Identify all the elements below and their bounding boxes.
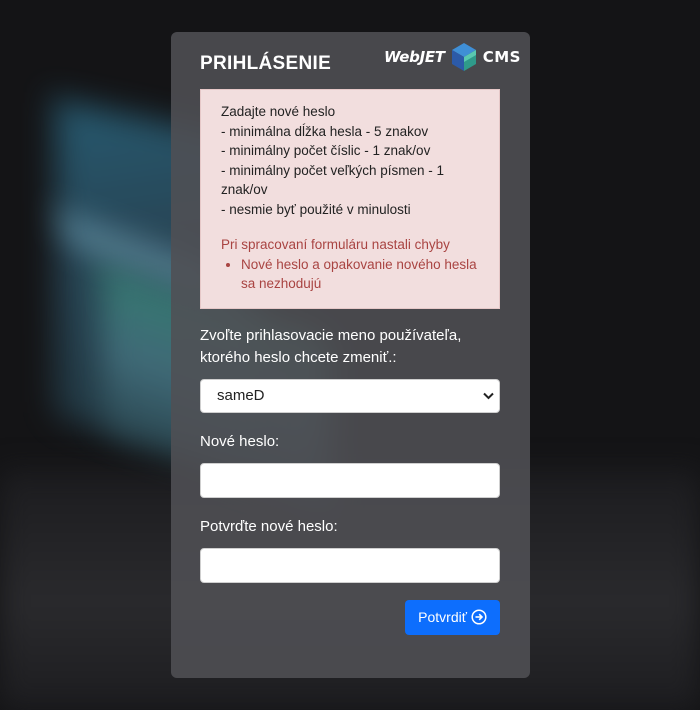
new-password-input[interactable] bbox=[200, 462, 500, 498]
submit-row: Potvrdiť bbox=[200, 599, 500, 635]
logo-product-text: CMS bbox=[482, 48, 521, 66]
username-select[interactable]: sameD bbox=[200, 378, 500, 413]
new-password-label: Nové heslo: bbox=[200, 432, 280, 450]
error-alert: Zadajte nové heslo - minimálna dĺžka hes… bbox=[200, 89, 500, 309]
error-heading: Pri spracovaní formuláru nastali chyby bbox=[221, 237, 450, 252]
confirm-password-label: Potvrďte nové heslo: bbox=[200, 517, 338, 535]
chevron-down-icon bbox=[483, 392, 494, 399]
error-item: Nové heslo a opakovanie nového hesla sa … bbox=[241, 255, 485, 294]
confirm-password-input[interactable] bbox=[200, 547, 500, 583]
requirement-line: - minimálny počet číslic - 1 znak/ov bbox=[221, 143, 431, 158]
logo-brand-text: WebJET bbox=[383, 48, 445, 66]
requirement-line: - minimálna dĺžka hesla - 5 znakov bbox=[221, 123, 429, 139]
webjet-cms-logo: WebJET CMS bbox=[384, 42, 521, 72]
username-select-label: Zvoľte prihlasovacie meno používateľa, k… bbox=[200, 326, 462, 366]
submit-button-label: Potvrdiť bbox=[418, 609, 467, 625]
error-list: Nové heslo a opakovanie nového hesla sa … bbox=[221, 255, 485, 294]
password-requirements: Zadajte nové heslo - minimálna dĺžka hes… bbox=[221, 102, 485, 219]
webjet-cube-logo-icon bbox=[451, 43, 476, 71]
login-card: PRIHLÁSENIE WebJET CMS Zadajte nové hesl… bbox=[171, 32, 530, 678]
username-select-value: sameD bbox=[217, 386, 265, 404]
card-header: PRIHLÁSENIE WebJET CMS bbox=[200, 32, 520, 88]
requirement-line: Zadajte nové heslo bbox=[221, 104, 336, 119]
arrow-right-circle-icon bbox=[471, 609, 487, 625]
page-title: PRIHLÁSENIE bbox=[200, 53, 332, 74]
requirement-line: - minimálny počet veľkých písmen - 1 zna… bbox=[221, 162, 445, 198]
submit-button[interactable]: Potvrdiť bbox=[405, 599, 500, 635]
requirement-line: - nesmie byť použité v minulosti bbox=[221, 201, 411, 217]
